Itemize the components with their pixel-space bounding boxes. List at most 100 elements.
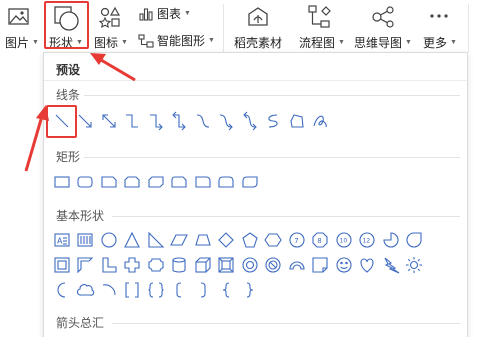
- shape-moon[interactable]: [50, 278, 74, 301]
- trapezoid-icon: [195, 233, 211, 246]
- shape-snip-single-corner[interactable]: [97, 170, 121, 193]
- shape-dodecagon[interactable]: 12: [356, 228, 380, 251]
- cross-icon: [124, 256, 140, 273]
- double-arrow-icon: [102, 113, 116, 128]
- rectangles-shape-row: [50, 170, 262, 193]
- shape-hexagon[interactable]: [262, 228, 286, 251]
- mindmap-icon: [372, 6, 394, 28]
- shape-pie[interactable]: [379, 228, 403, 251]
- chart-button[interactable]: 图表 ▼: [138, 5, 191, 22]
- chevron-down-icon: ▼: [338, 39, 345, 46]
- ribbon-separator: [223, 4, 224, 52]
- shape-smiley-face[interactable]: [332, 253, 356, 276]
- shape-frame[interactable]: [50, 253, 74, 276]
- shape-elbow-double-arrow[interactable]: [168, 109, 192, 132]
- divider: [44, 80, 467, 81]
- shape-bevel[interactable]: [215, 253, 239, 276]
- shape-double-brace[interactable]: [144, 278, 168, 301]
- shape-no-symbol[interactable]: [262, 253, 286, 276]
- rounded-rectangle-icon: [77, 175, 93, 188]
- shape-right-triangle[interactable]: [144, 228, 168, 251]
- shape-sun[interactable]: [403, 253, 427, 276]
- shape-pentagon[interactable]: [238, 228, 262, 251]
- shape-half-frame[interactable]: [74, 253, 98, 276]
- right-bracket-icon: [200, 281, 206, 298]
- elbow-double-arrow-icon: [172, 111, 187, 130]
- smartart-button[interactable]: 智能图形 ▼: [138, 32, 215, 49]
- shape-vertical-text-box[interactable]: [74, 228, 98, 251]
- shape-right-brace[interactable]: [238, 278, 262, 301]
- shape-l-shape[interactable]: [97, 253, 121, 276]
- shape-rectangle[interactable]: [50, 170, 74, 193]
- shape-left-bracket[interactable]: [168, 278, 192, 301]
- svg-text:8: 8: [318, 237, 322, 245]
- shape-elbow-connector[interactable]: [121, 109, 145, 132]
- block-arc-icon: [289, 260, 305, 270]
- smiley-face-icon: [336, 256, 352, 273]
- shape-teardrop[interactable]: [403, 228, 427, 251]
- shape-curved-connector[interactable]: [191, 109, 215, 132]
- shape-rounded-rectangle[interactable]: [74, 170, 98, 193]
- decagon-icon: 10: [336, 231, 352, 248]
- shape-heptagon[interactable]: 7: [285, 228, 309, 251]
- shape-lightning-bolt[interactable]: [379, 253, 403, 276]
- donut-icon: [242, 256, 258, 273]
- shape-trapezoid[interactable]: [191, 228, 215, 251]
- shape-double-arrow[interactable]: [97, 109, 121, 132]
- shape-snip-diagonal[interactable]: [144, 170, 168, 193]
- shape-round-same-side[interactable]: [215, 170, 239, 193]
- more-label: 更多: [423, 36, 448, 50]
- left-brace-icon: [223, 281, 230, 298]
- shape-scribble[interactable]: [309, 109, 333, 132]
- shape-donut[interactable]: [238, 253, 262, 276]
- smartart-icon: [138, 33, 154, 48]
- shape-round-single-corner[interactable]: [191, 170, 215, 193]
- shape-curved-arrow[interactable]: [215, 109, 239, 132]
- arrow-icon: [78, 114, 92, 128]
- shape-curved-double-arrow[interactable]: [238, 109, 262, 132]
- shape-triangle[interactable]: [121, 228, 145, 251]
- shape-parallelogram[interactable]: [168, 228, 192, 251]
- flowchart-label: 流程图: [299, 36, 336, 50]
- shape-oval[interactable]: [97, 228, 121, 251]
- shape-double-bracket[interactable]: [121, 278, 145, 301]
- section-title-arrows: 箭头总汇: [56, 316, 105, 330]
- basic-shapes-row: [50, 278, 262, 301]
- shape-heart[interactable]: [356, 253, 380, 276]
- shape-snip-same-side[interactable]: [121, 170, 145, 193]
- shape-diamond[interactable]: [215, 228, 239, 251]
- shape-freeform[interactable]: [285, 109, 309, 132]
- shape-left-brace[interactable]: [215, 278, 239, 301]
- shape-block-arc[interactable]: [285, 253, 309, 276]
- shape-folded-corner[interactable]: [309, 253, 333, 276]
- can-icon: [172, 256, 186, 273]
- shape-curve[interactable]: [262, 109, 286, 132]
- snip-diagonal-icon: [148, 175, 164, 188]
- picture-icon: [8, 8, 29, 25]
- shape-can[interactable]: [168, 253, 192, 276]
- shape-cloud[interactable]: [74, 278, 98, 301]
- shape-decagon[interactable]: 10: [332, 228, 356, 251]
- shape-cross[interactable]: [121, 253, 145, 276]
- shape-snip-round[interactable]: [168, 170, 192, 193]
- cube-icon: [195, 256, 211, 273]
- folded-corner-icon: [312, 256, 328, 273]
- shape-octagon[interactable]: 8: [309, 228, 333, 251]
- icon-label: 图标: [94, 36, 119, 50]
- octagon-icon: 8: [312, 231, 328, 248]
- parallelogram-icon: [170, 233, 189, 246]
- shape-text-box[interactable]: A: [50, 228, 74, 251]
- oval-icon: [101, 231, 117, 248]
- shape-arrow[interactable]: [74, 109, 98, 132]
- curve-icon: [268, 113, 278, 128]
- shape-plaque[interactable]: [144, 253, 168, 276]
- hexagon-icon: [264, 232, 282, 247]
- shape-right-bracket[interactable]: [191, 278, 215, 301]
- right-brace-icon: [246, 281, 253, 298]
- svg-text:7: 7: [294, 237, 298, 245]
- shape-elbow-arrow[interactable]: [144, 109, 168, 132]
- shape-round-diagonal[interactable]: [238, 170, 262, 193]
- shape-cube[interactable]: [191, 253, 215, 276]
- more-icon: [430, 14, 448, 18]
- shape-arc[interactable]: [97, 278, 121, 301]
